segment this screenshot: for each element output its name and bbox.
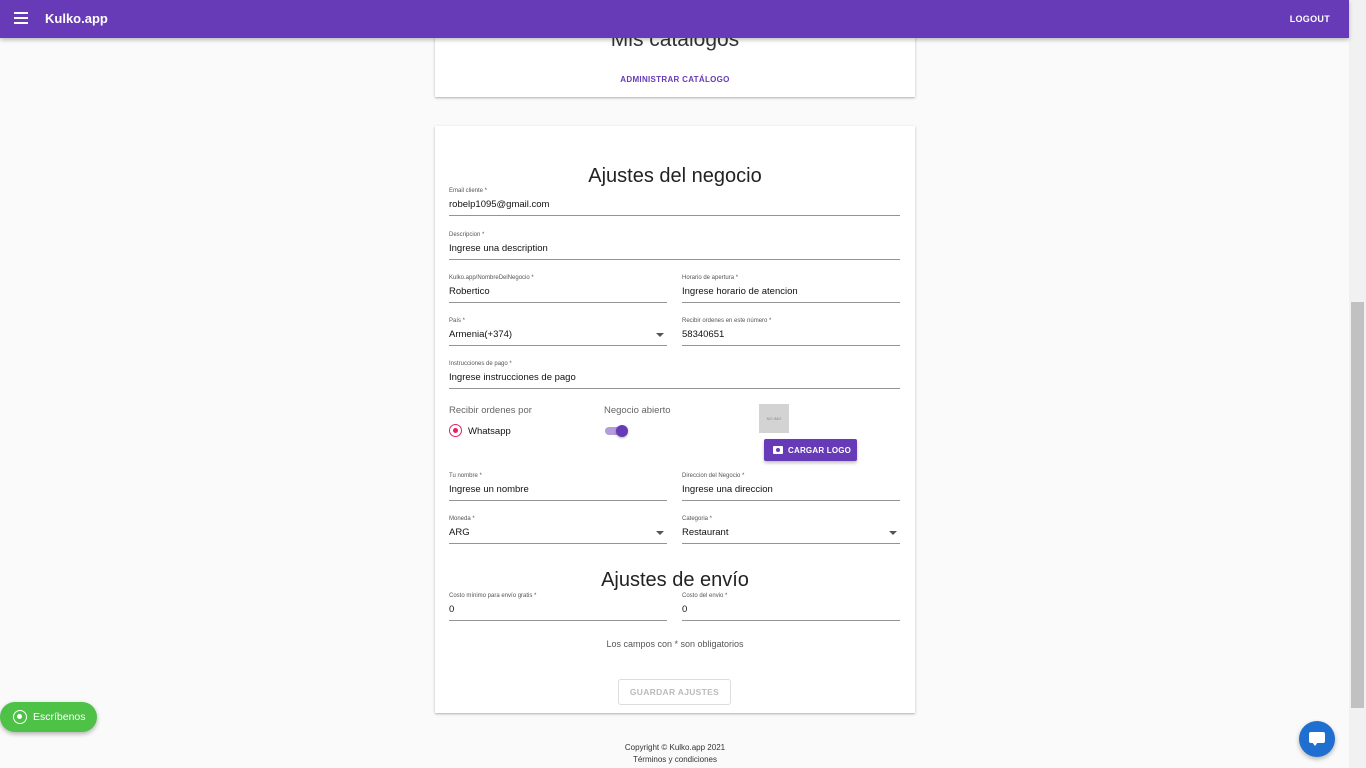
your-name-value: Ingrese un nombre [449, 484, 529, 495]
business-slug-label: Kulko.app/NombreDelNegocio * [449, 275, 534, 281]
terms-link[interactable]: Términos y condiciones [435, 755, 915, 764]
save-settings-button[interactable]: GUARDAR AJUSTES [618, 679, 731, 705]
description-value: Ingrese una description [449, 243, 548, 254]
upload-logo-button[interactable]: CARGAR LOGO [764, 439, 857, 461]
your-name-field[interactable]: Tu nombre * Ingrese un nombre [449, 473, 667, 501]
shipping-cost-label: Costo del envio * [682, 593, 728, 599]
upload-logo-label: CARGAR LOGO [788, 446, 852, 455]
country-label: País * [449, 318, 466, 324]
min-free-shipping-value: 0 [449, 604, 455, 615]
category-value: Restaurant [682, 527, 729, 538]
business-open-label: Negocio abierto [604, 405, 671, 416]
logout-button[interactable]: LOGOUT [1290, 14, 1330, 24]
business-address-label: Direccion del Negocio * [682, 473, 745, 479]
email-field[interactable]: Email cliente * robelp1095@gmail.com [449, 188, 900, 216]
brand-title[interactable]: Kulko.app [45, 11, 108, 26]
shipping-cost-value: 0 [682, 604, 688, 615]
min-free-shipping-field[interactable]: Costo mínimo para envío gratis * 0 [449, 593, 667, 621]
business-settings-title: Ajustes del negocio [588, 165, 762, 187]
shipping-settings-title: Ajustes de envío [601, 569, 749, 591]
payment-instructions-label: Instrucciones de pago * [449, 361, 512, 367]
orders-phone-field[interactable]: Recibir ordenes en este número * 5834065… [682, 318, 900, 346]
country-select[interactable]: País * Armenia(+374) [449, 318, 667, 346]
whatsapp-contact-label: Escríbenos [33, 711, 86, 723]
min-free-shipping-label: Costo mínimo para envío gratis * [449, 593, 537, 599]
description-field[interactable]: Descripcion * Ingrese una description [449, 232, 900, 260]
required-fields-note: Los campos con * son obligatorios [606, 639, 744, 649]
opening-hours-field[interactable]: Horario de apertura * Ingrese horario de… [682, 275, 900, 303]
chat-button[interactable] [1299, 721, 1335, 757]
description-label: Descripcion * [449, 232, 485, 238]
menu-icon[interactable] [14, 12, 28, 26]
scrollbar-thumb[interactable] [1351, 302, 1364, 708]
app-bar: Kulko.app LOGOUT [0, 0, 1349, 38]
business-address-field[interactable]: Direccion del Negocio * Ingrese una dire… [682, 473, 900, 501]
your-name-label: Tu nombre * [449, 473, 482, 479]
receive-orders-label: Recibir ordenes por [449, 405, 532, 416]
whatsapp-icon [13, 710, 27, 724]
orders-phone-value: 58340651 [682, 329, 725, 340]
chat-bubble-icon [1309, 732, 1325, 746]
country-value: Armenia(+374) [449, 329, 513, 340]
whatsapp-contact-button[interactable]: Escríbenos [0, 702, 97, 732]
category-select[interactable]: Categoria * Restaurant [682, 516, 900, 544]
camera-icon [773, 446, 783, 454]
logo-preview: NO IMG [759, 404, 789, 433]
payment-instructions-value: Ingrese instrucciones de pago [449, 372, 576, 383]
whatsapp-radio[interactable] [449, 424, 462, 437]
currency-value: ARG [449, 527, 470, 538]
chevron-down-icon [889, 531, 897, 535]
shipping-cost-field[interactable]: Costo del envio * 0 [682, 593, 900, 621]
orders-phone-label: Recibir ordenes en este número * [682, 318, 772, 324]
opening-hours-value: Ingrese horario de atencion [682, 286, 798, 297]
chevron-down-icon [656, 333, 664, 337]
currency-select[interactable]: Moneda * ARG [449, 516, 667, 544]
chevron-down-icon [656, 531, 664, 535]
copyright-text: Copyright © Kulko.app 2021 [624, 743, 726, 752]
opening-hours-label: Horario de apertura * [682, 275, 739, 281]
email-label: Email cliente * [449, 188, 488, 194]
whatsapp-radio-label[interactable]: Whatsapp [468, 426, 511, 437]
email-value: robelp1095@gmail.com [449, 199, 550, 210]
scrollbar[interactable] [1349, 0, 1366, 768]
currency-label: Moneda * [449, 516, 475, 522]
payment-instructions-field[interactable]: Instrucciones de pago * Ingrese instrucc… [449, 361, 900, 389]
business-open-toggle[interactable] [605, 425, 628, 437]
business-slug-value: Robertico [449, 286, 490, 297]
category-label: Categoria * [682, 516, 713, 522]
admin-catalog-link[interactable]: ADMINISTRAR CATÁLOGO [435, 75, 915, 84]
business-slug-field[interactable]: Kulko.app/NombreDelNegocio * Robertico [449, 275, 667, 303]
business-address-value: Ingrese una direccion [682, 484, 773, 495]
